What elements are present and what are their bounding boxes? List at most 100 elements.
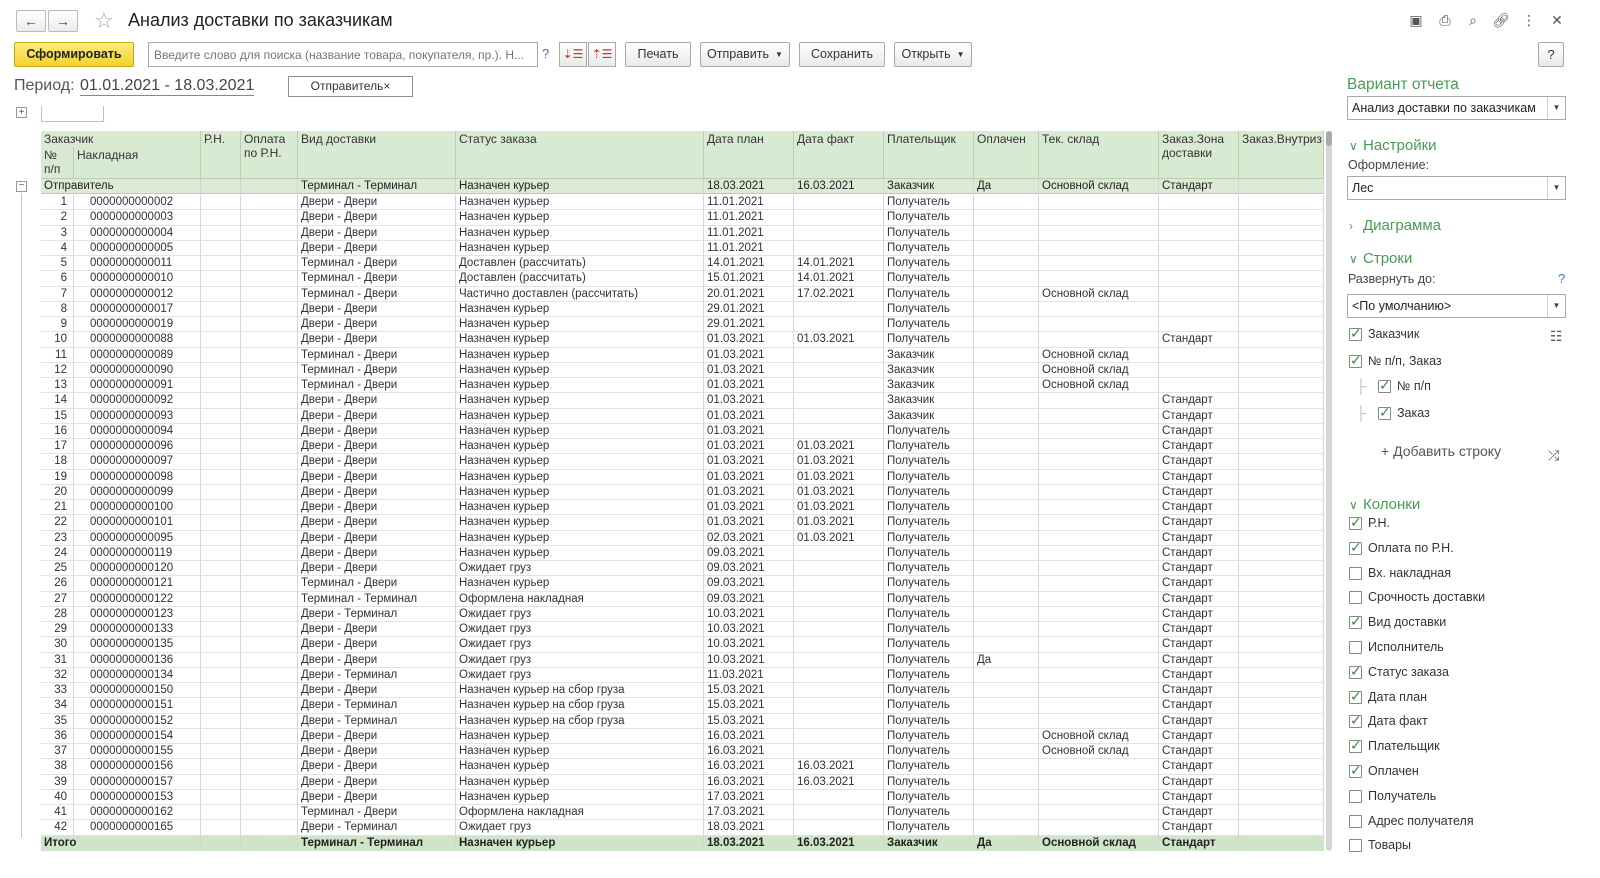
table-row[interactable]: 3 0000000000004 Двери - Двери Назначен курь…: [41, 225, 1324, 241]
column-item-checkbox[interactable]: [1349, 688, 1362, 705]
group-settings-icon[interactable]: ☷: [1550, 328, 1563, 345]
column-item-label[interactable]: Исполнитель: [1368, 640, 1444, 654]
column-item-checkbox[interactable]: [1349, 814, 1362, 828]
table-row[interactable]: 37 0000000000155 Двери - Двери Назначен кур…: [41, 744, 1324, 760]
table-row[interactable]: 30 0000000000135 Двери - Двери Ожидает груз…: [41, 637, 1324, 653]
table-row[interactable]: 40 0000000000153 Двери - Двери Назначен кур…: [41, 789, 1324, 805]
table-row[interactable]: 2 0000000000003 Двери - Двери Назначен курь…: [41, 210, 1324, 226]
table-row[interactable]: 18 0000000000097 Двери - Двери Назначен кур…: [41, 454, 1324, 470]
more-icon[interactable]: ⋮: [1520, 11, 1538, 29]
table-row[interactable]: 20 0000000000099 Двери - Двери Назначен кур…: [41, 484, 1324, 500]
print-button[interactable]: Печать: [625, 42, 691, 67]
expand-help-icon[interactable]: ?: [1558, 271, 1565, 286]
variant-select[interactable]: Анализ доставки по заказчикам ▼: [1347, 96, 1566, 120]
expand-plus-icon[interactable]: +: [16, 107, 27, 118]
row-item-checkbox[interactable]: [1349, 325, 1362, 342]
table-row[interactable]: 28 0000000000123 Двери - Терминал Ожидает г…: [41, 606, 1324, 622]
scrollbar-thumb[interactable]: [1326, 131, 1332, 146]
table-row[interactable]: 32 0000000000134 Двери - Терминал Ожидает г…: [41, 667, 1324, 683]
rows-section-toggle[interactable]: ∨ Строки: [1349, 250, 1412, 267]
close-icon[interactable]: ✕: [1548, 11, 1566, 29]
column-item-checkbox[interactable]: [1349, 762, 1362, 779]
table-row[interactable]: 42 0000000000165 Двери - Терминал Ожидает г…: [41, 820, 1324, 836]
column-item-label[interactable]: Вид доставки: [1368, 615, 1446, 629]
add-row-button[interactable]: + Добавить строку: [1381, 443, 1501, 459]
column-item-label[interactable]: Дата факт: [1368, 714, 1428, 728]
table-row[interactable]: 23 0000000000095 Двери - Двери Назначен кур…: [41, 530, 1324, 546]
row-item-label[interactable]: Заказ: [1397, 406, 1430, 420]
table-row[interactable]: 27 0000000000122 Терминал - Терминал Оформл…: [41, 591, 1324, 607]
table-row[interactable]: 5 0000000000011 Терминал - Двери Доставлен …: [41, 256, 1324, 272]
design-select[interactable]: Лес ▼: [1347, 176, 1566, 200]
column-item-checkbox[interactable]: [1349, 839, 1362, 853]
table-row[interactable]: 11 0000000000089 Терминал - Двери Назначен …: [41, 347, 1324, 363]
search-input[interactable]: [148, 42, 538, 67]
search-help-icon[interactable]: ?: [542, 46, 549, 61]
column-item-label[interactable]: Р.Н.: [1368, 516, 1390, 530]
settings-section-toggle[interactable]: ∨ Настройки: [1349, 137, 1437, 154]
table-row[interactable]: 38 0000000000156 Двери - Двери Назначен кур…: [41, 759, 1324, 775]
table-row[interactable]: 26 0000000000121 Терминал - Двери Назначен …: [41, 576, 1324, 592]
open-button[interactable]: Открыть ▼: [894, 42, 972, 67]
table-row[interactable]: 1 0000000000002 Двери - Двери Назначен курь…: [41, 195, 1324, 211]
sort-asc-icon[interactable]: ⇡☰: [588, 42, 616, 67]
row-item-label[interactable]: Заказчик: [1368, 327, 1419, 341]
column-item-label[interactable]: Плательщик: [1368, 739, 1440, 753]
table-row[interactable]: 24 0000000000119 Двери - Двери Назначен кур…: [41, 545, 1324, 561]
table-row[interactable]: 34 0000000000151 Двери - Терминал Назначен …: [41, 698, 1324, 714]
group-row[interactable]: Отправитель Терминал - Терминал Назначен…: [41, 179, 1324, 195]
table-row[interactable]: 10 0000000000088 Двери - Двери Назначен кур…: [41, 332, 1324, 348]
column-item-checkbox[interactable]: [1349, 737, 1362, 754]
column-item-label[interactable]: Вх. накладная: [1368, 566, 1451, 580]
table-row[interactable]: 41 0000000000162 Терминал - Двери Оформлена…: [41, 805, 1324, 821]
column-item-checkbox[interactable]: [1349, 712, 1362, 729]
table-row[interactable]: 16 0000000000094 Двери - Двери Назначен кур…: [41, 423, 1324, 439]
column-item-label[interactable]: Оплачен: [1368, 764, 1419, 778]
column-item-label[interactable]: Статус заказа: [1368, 665, 1449, 679]
table-row[interactable]: 4 0000000000005 Двери - Двери Назначен курь…: [41, 240, 1324, 256]
favorite-star-icon[interactable]: ☆: [94, 8, 114, 34]
table-row[interactable]: 17 0000000000096 Двери - Двери Назначен кур…: [41, 439, 1324, 455]
column-item-checkbox[interactable]: [1349, 591, 1362, 605]
send-button[interactable]: Отправить ▼: [700, 42, 790, 67]
period-value[interactable]: 01.01.2021 - 18.03.2021: [80, 77, 255, 96]
table-row[interactable]: 9 0000000000019 Двери - Двери Назначен курь…: [41, 317, 1324, 333]
link-icon[interactable]: 🔗︎: [1492, 11, 1510, 29]
row-item-label[interactable]: № п/п, Заказ: [1368, 354, 1442, 368]
table-row[interactable]: 21 0000000000100 Двери - Двери Назначен кур…: [41, 500, 1324, 516]
save-button[interactable]: Сохранить: [799, 42, 885, 67]
row-item-checkbox[interactable]: [1378, 377, 1391, 394]
expand-select[interactable]: <По умолчанию> ▼: [1347, 294, 1566, 318]
generate-button[interactable]: Сформировать: [14, 42, 134, 67]
table-row[interactable]: 19 0000000000098 Двери - Двери Назначен кур…: [41, 469, 1324, 485]
row-item-checkbox[interactable]: [1349, 352, 1362, 369]
table-row[interactable]: 13 0000000000091 Терминал - Двери Назначен …: [41, 378, 1324, 394]
column-item-label[interactable]: Товары: [1368, 838, 1411, 852]
column-item-label[interactable]: Срочность доставки: [1368, 590, 1485, 604]
column-item-checkbox[interactable]: [1349, 566, 1362, 580]
table-row[interactable]: 12 0000000000090 Терминал - Двери Назначен …: [41, 362, 1324, 378]
column-item-label[interactable]: Дата план: [1368, 690, 1427, 704]
row-item-label[interactable]: № п/п: [1397, 379, 1431, 393]
table-row[interactable]: 36 0000000000154 Двери - Двери Назначен кур…: [41, 728, 1324, 744]
help-button[interactable]: ?: [1538, 42, 1564, 67]
table-row[interactable]: 31 0000000000136 Двери - Двери Ожидает груз…: [41, 652, 1324, 668]
table-row[interactable]: 29 0000000000133 Двери - Двери Ожидает груз…: [41, 622, 1324, 638]
save-icon[interactable]: ▣: [1407, 11, 1425, 29]
column-item-checkbox[interactable]: [1349, 613, 1362, 630]
column-item-label[interactable]: Получатель: [1368, 789, 1436, 803]
table-row[interactable]: 6 0000000000010 Терминал - Двери Доставлен …: [41, 271, 1324, 287]
vertical-scrollbar[interactable]: [1326, 131, 1332, 851]
table-row[interactable]: 7 0000000000012 Терминал - Двери Частично д…: [41, 286, 1324, 302]
shuffle-icon[interactable]: ⤮: [1548, 447, 1559, 464]
forward-button[interactable]: →: [48, 10, 78, 32]
columns-section-toggle[interactable]: ∨ Колонки: [1349, 496, 1420, 513]
column-item-checkbox[interactable]: [1349, 641, 1362, 654]
column-item-label[interactable]: Оплата по Р.Н.: [1368, 541, 1454, 555]
table-row[interactable]: 22 0000000000101 Двери - Двери Назначен кур…: [41, 515, 1324, 531]
table-row[interactable]: 35 0000000000152 Двери - Терминал Назначен …: [41, 713, 1324, 729]
preview-icon[interactable]: ⌕: [1464, 11, 1482, 29]
back-button[interactable]: ←: [16, 10, 46, 32]
table-row[interactable]: 15 0000000000093 Двери - Двери Назначен кур…: [41, 408, 1324, 424]
column-item-checkbox[interactable]: [1349, 663, 1362, 680]
